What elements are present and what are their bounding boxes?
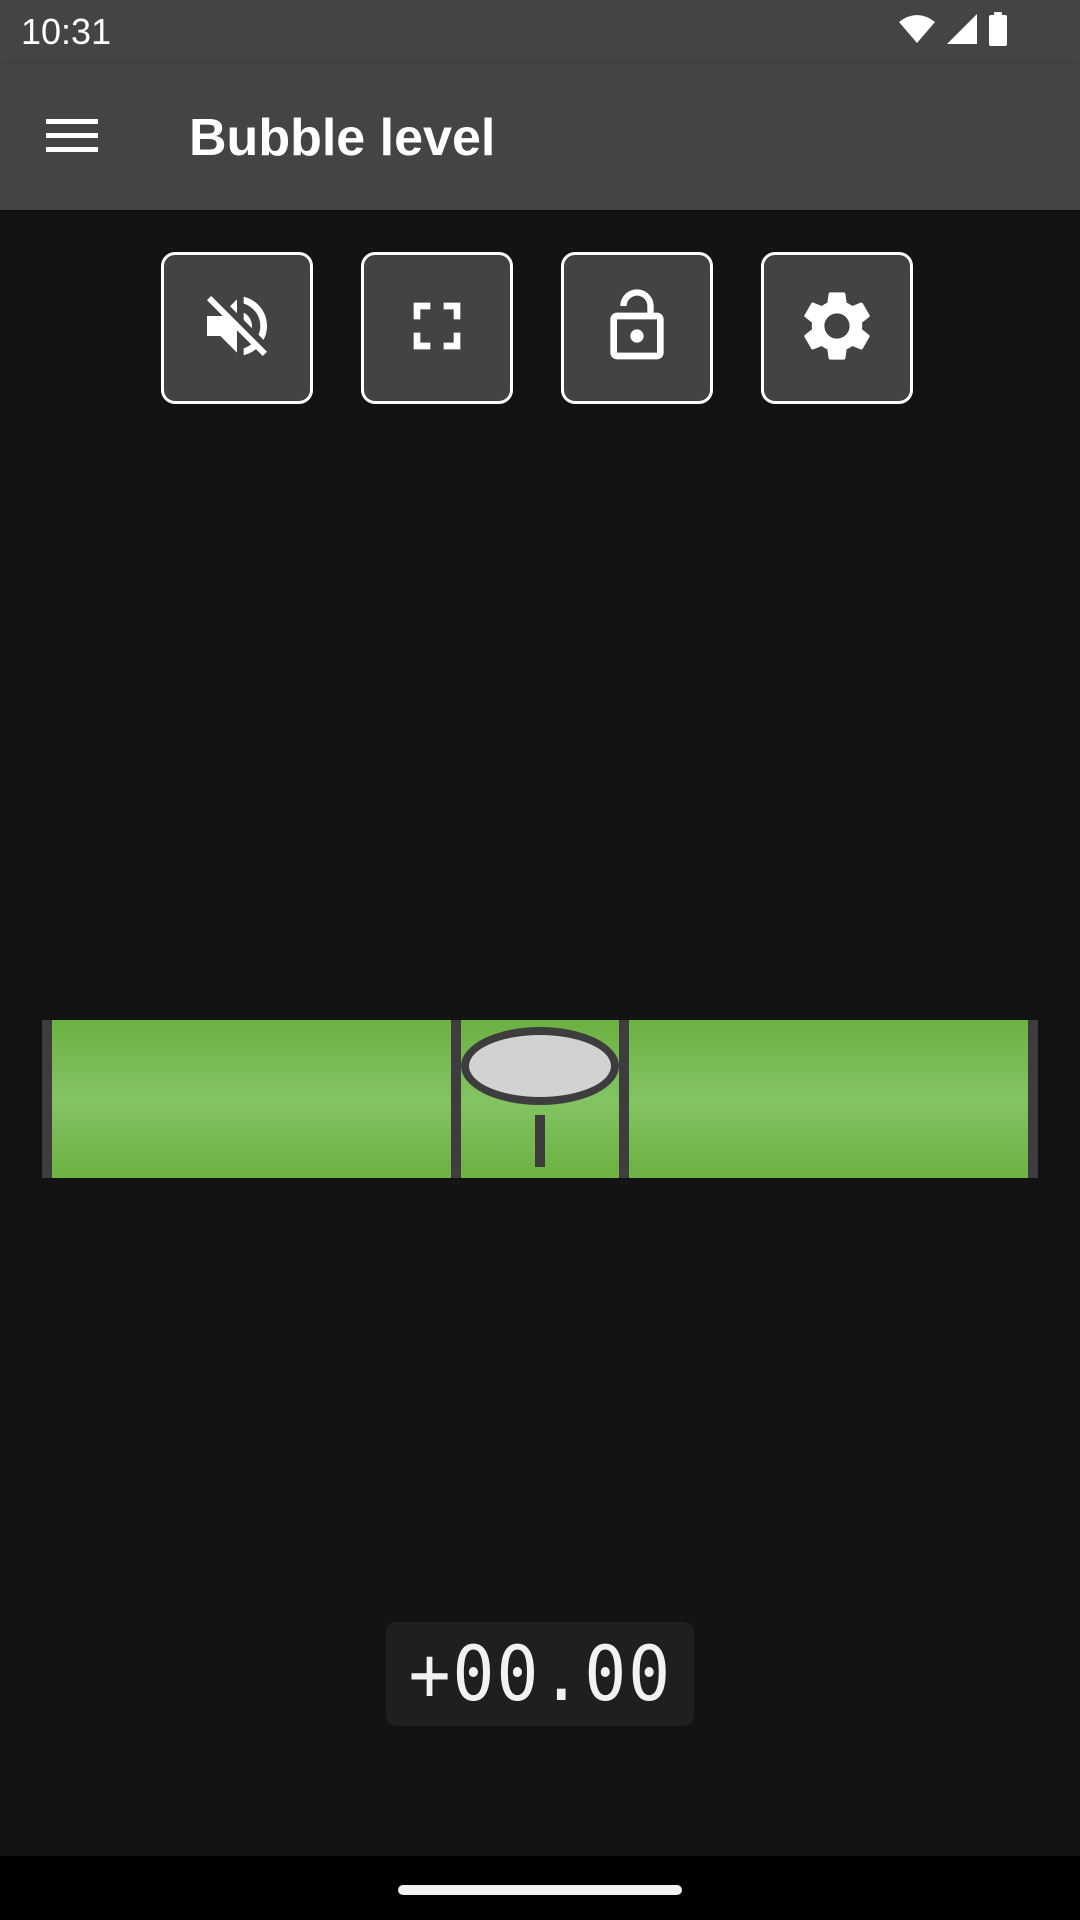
fullscreen-button[interactable] (361, 252, 513, 404)
right-guide-line (619, 1020, 629, 1178)
app-bar: Bubble level (0, 64, 1080, 210)
status-bar: 10:31 (0, 0, 1080, 64)
home-indicator[interactable] (398, 1885, 682, 1895)
settings-button[interactable] (761, 252, 913, 404)
lock-open-icon (597, 286, 677, 371)
menu-button[interactable] (30, 106, 114, 170)
volume-off-icon (197, 286, 277, 371)
navigation-bar (0, 1856, 1080, 1920)
app-title: Bubble level (189, 109, 496, 167)
settings-icon (795, 284, 879, 373)
toolbar (160, 252, 920, 410)
angle-value: +00.00 (408, 1629, 672, 1718)
bubble-level-screen: 10:31 Bubble level +00.00 (0, 0, 1080, 1920)
status-icons (898, 11, 1008, 51)
signal-icon (946, 13, 978, 50)
battery-icon (988, 11, 1008, 51)
bubble (461, 1027, 619, 1105)
fullscreen-icon (397, 286, 477, 371)
left-guide-line (451, 1020, 461, 1178)
lock-button[interactable] (561, 252, 713, 404)
tube-left-end (42, 1020, 52, 1178)
sound-toggle-button[interactable] (161, 252, 313, 404)
wifi-icon (898, 14, 936, 49)
level-tube (42, 1020, 1038, 1178)
status-time: 10:31 (21, 11, 112, 52)
angle-readout: +00.00 (386, 1622, 694, 1726)
center-mark (535, 1115, 545, 1167)
tube-right-end (1028, 1020, 1038, 1178)
menu-icon (46, 116, 98, 161)
